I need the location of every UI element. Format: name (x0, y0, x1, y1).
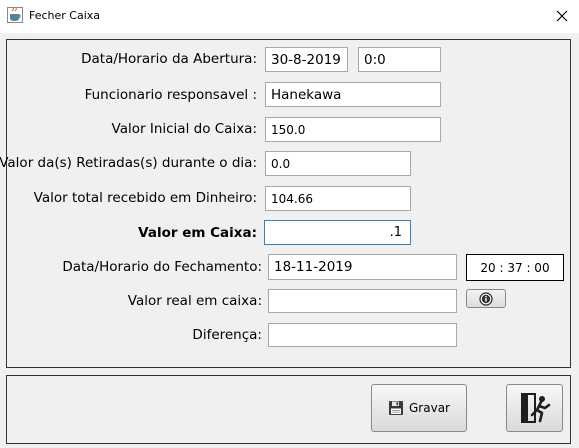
close-button[interactable] (548, 4, 576, 28)
valor-real-field[interactable] (268, 289, 457, 313)
java-cup-icon (7, 7, 23, 23)
em-caixa-field[interactable]: .1 (264, 220, 411, 245)
recebido-label: Valor total recebido em Dinheiro: (33, 190, 257, 206)
retiradas-label: Valor da(s) Retiradas(s) durante o dia: (0, 155, 257, 171)
floppy-disk-icon (389, 401, 403, 415)
valor-inicial-label: Valor Inicial do Caixa: (111, 121, 257, 137)
retiradas-field[interactable]: 0.0 (265, 151, 411, 176)
valor-inicial-field[interactable]: 150.0 (265, 117, 441, 142)
fechamento-label: Data/Horario do Fechamento: (62, 259, 262, 275)
em-caixa-label: Valor em Caixa: (138, 225, 257, 241)
info-button[interactable] (466, 289, 506, 308)
close-icon (556, 10, 568, 22)
exit-button[interactable] (506, 384, 563, 432)
valor-real-label: Valor real em caixa: (127, 293, 262, 309)
actions-panel (6, 375, 571, 444)
funcionario-label: Funcionario responsavel : (84, 87, 257, 103)
abertura-date-field[interactable]: 30-8-2019 (265, 47, 348, 72)
diferenca-label: Diferença: (192, 327, 262, 343)
fechamento-time-display: 20 : 37 : 00 (466, 254, 564, 281)
recebido-field[interactable]: 104.66 (265, 186, 411, 211)
abertura-time-field[interactable]: 0:0 (358, 47, 441, 72)
window-title: Fecher Caixa (29, 9, 101, 22)
fechamento-date-field[interactable]: 18-11-2019 (268, 254, 457, 280)
funcionario-field[interactable]: Hanekawa (265, 82, 441, 107)
save-button-label: Gravar (409, 401, 450, 415)
abertura-label: Data/Horario da Abertura: (81, 51, 257, 67)
diferenca-field[interactable] (268, 323, 457, 347)
info-icon (479, 291, 493, 306)
exit-door-icon (520, 393, 550, 423)
save-button[interactable]: Gravar (371, 384, 467, 432)
title-bar: Fecher Caixa (0, 0, 579, 33)
